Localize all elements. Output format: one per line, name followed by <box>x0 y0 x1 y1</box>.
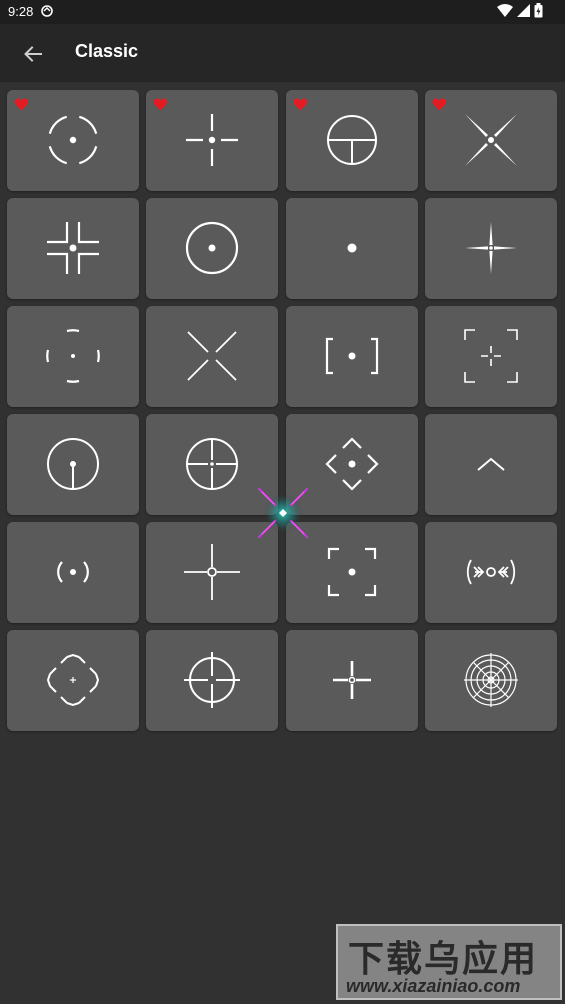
crosshair-card[interactable] <box>425 90 557 191</box>
arrows-ring-crosshair-icon <box>466 559 516 585</box>
watermark-title: 下载乌应用 <box>348 939 539 980</box>
crosshair-card[interactable] <box>146 630 278 731</box>
crosshair-card[interactable] <box>425 414 557 515</box>
status-bar: 9:28 <box>0 0 565 24</box>
star-cross-crosshair-icon <box>465 222 517 274</box>
heart-icon <box>153 98 167 111</box>
status-time: 9:28 <box>8 4 34 19</box>
x-lines-crosshair-icon <box>187 331 237 381</box>
corner-frame-dot-crosshair-icon <box>327 547 377 597</box>
parentheses-dot-crosshair-icon <box>57 561 89 583</box>
crosshair-card[interactable] <box>7 198 139 299</box>
crosshair-card[interactable] <box>7 414 139 515</box>
split-circle-dot-crosshair-icon <box>48 115 98 165</box>
watermark: 下载乌应用 www.xiazainiao.com <box>336 924 562 1000</box>
circle-cross-crosshair-icon <box>186 438 238 490</box>
cross-dot-crosshair-icon <box>186 114 238 166</box>
octagon-plus-crosshair-icon <box>46 653 100 707</box>
square-brackets-dot-crosshair-icon <box>325 337 379 375</box>
dashed-circle-dot-crosshair-icon <box>46 329 100 383</box>
crosshair-card[interactable] <box>146 306 278 407</box>
corner-brackets-dot-crosshair-icon <box>47 222 99 274</box>
circle-t-crosshair-icon <box>327 115 377 165</box>
app-bar: Classic <box>0 24 565 82</box>
crosshair-card[interactable] <box>7 90 139 191</box>
circle-dot-crosshair-icon <box>185 221 239 275</box>
battery-icon <box>534 3 543 18</box>
crosshair-card[interactable] <box>286 90 418 191</box>
heart-icon <box>293 98 307 111</box>
signal-icon <box>517 3 530 17</box>
crosshair-card[interactable] <box>425 306 557 407</box>
diamond-chevrons-dot-crosshair-icon <box>325 437 379 491</box>
radar-crosshair-icon <box>464 653 518 707</box>
circle-gap-crosshair-icon <box>184 652 240 708</box>
crosshair-card[interactable] <box>286 306 418 407</box>
heart-icon <box>14 98 28 111</box>
crosshair-card[interactable] <box>425 522 557 623</box>
dot-crosshair-icon <box>347 243 357 253</box>
thick-cross-ring-crosshair-icon <box>333 661 371 699</box>
crosshair-card[interactable] <box>146 198 278 299</box>
crosshair-card[interactable] <box>286 630 418 731</box>
x-dot-crosshair-icon <box>465 114 517 166</box>
active-crosshair-overlay-icon[interactable] <box>254 484 312 542</box>
arrow-back-icon[interactable] <box>20 41 46 67</box>
cross-ring-crosshair-icon <box>184 544 240 600</box>
circle-post-crosshair-icon <box>47 438 99 490</box>
frame-cross-crosshair-icon <box>464 329 518 383</box>
crosshair-card[interactable] <box>7 522 139 623</box>
sync-icon <box>41 5 53 17</box>
crosshair-card[interactable] <box>146 90 278 191</box>
crosshair-card[interactable] <box>7 630 139 731</box>
page-title: Classic <box>75 41 139 61</box>
watermark-url: www.xiazainiao.com <box>346 976 521 996</box>
crosshair-card[interactable] <box>286 198 418 299</box>
crosshair-card[interactable] <box>425 198 557 299</box>
crosshair-card[interactable] <box>425 630 557 731</box>
wifi-icon <box>497 3 513 17</box>
heart-icon <box>432 98 446 111</box>
crosshair-card[interactable] <box>7 306 139 407</box>
chevron-up-crosshair-icon <box>477 457 505 471</box>
